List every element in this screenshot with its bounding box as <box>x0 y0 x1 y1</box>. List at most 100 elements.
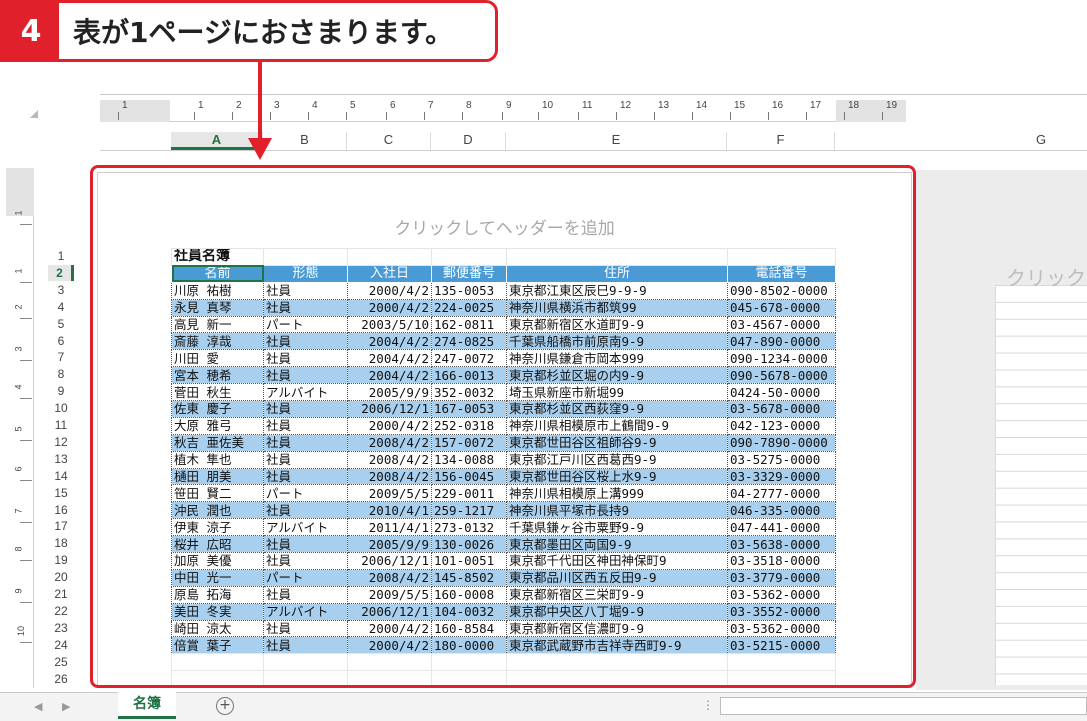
row-header[interactable]: 10 <box>48 400 74 416</box>
row-header[interactable]: 16 <box>48 502 74 518</box>
ruler-margin-left <box>100 100 170 122</box>
ruler-tick-mark <box>20 522 32 523</box>
ruler-tick-label: 16 <box>772 100 784 111</box>
ruler-tick-mark <box>502 112 503 120</box>
row-header[interactable]: 5 <box>48 316 74 332</box>
ruler-tick-mark <box>538 112 539 120</box>
column-header-f[interactable]: F <box>727 132 835 150</box>
ruler-tick-mark <box>768 112 769 120</box>
ruler-tick-mark <box>20 224 32 225</box>
ruler-tick-mark <box>882 112 883 120</box>
ruler-tick-mark <box>20 480 32 481</box>
prev-sheet-arrow-icon[interactable]: ◀ <box>34 700 42 713</box>
row-header[interactable]: 13 <box>48 451 74 467</box>
ruler-tick-label: 4 <box>13 384 24 390</box>
ruler-tick-mark <box>616 112 617 120</box>
ruler-tick-mark <box>20 398 32 399</box>
ruler-tick-label: 1 <box>13 210 24 216</box>
ruler-tick-label: 4 <box>312 100 318 111</box>
row-header[interactable]: 25 <box>48 654 74 670</box>
ruler-tick-mark <box>118 112 119 120</box>
column-header-g[interactable]: G <box>995 132 1087 150</box>
ruler-tick-label: 9 <box>13 588 24 594</box>
row-header[interactable]: 3 <box>48 282 74 298</box>
row-header[interactable]: 19 <box>48 552 74 568</box>
ruler-tick-label: 10 <box>542 100 554 111</box>
ruler-tick-label: 2 <box>13 304 24 310</box>
column-header-b[interactable]: B <box>263 132 347 150</box>
row-header[interactable]: 2 <box>48 264 74 281</box>
ruler-tick-label: 8 <box>466 100 472 111</box>
select-all-triangle-icon[interactable] <box>30 110 38 118</box>
ruler-tick-label: 19 <box>886 100 898 111</box>
row-header[interactable]: 9 <box>48 383 74 399</box>
row-header[interactable]: 20 <box>48 569 74 585</box>
ruler-tick-label: 14 <box>696 100 708 111</box>
row-header[interactable]: 14 <box>48 468 74 484</box>
ruler-tick-label: 17 <box>810 100 822 111</box>
ruler-tick-label: 1 <box>13 268 24 274</box>
ruler-tick-label: 3 <box>274 100 280 111</box>
ruler-tick-label: 13 <box>658 100 670 111</box>
row-header[interactable]: 4 <box>48 299 74 315</box>
column-header-d[interactable]: D <box>431 132 506 150</box>
callout-arrow-line <box>258 62 262 140</box>
ruler-tick-mark <box>578 112 579 120</box>
ruler-tick-label: 3 <box>13 346 24 352</box>
highlight-frame <box>90 165 916 688</box>
row-header[interactable]: 7 <box>48 349 74 365</box>
ruler-tick-mark <box>20 642 32 643</box>
next-sheet-arrow-icon[interactable]: ▶ <box>62 700 70 713</box>
ruler-tick-mark <box>20 560 32 561</box>
row-header[interactable]: 8 <box>48 366 74 382</box>
row-header[interactable]: 18 <box>48 535 74 551</box>
ruler-tick-label: 10 <box>16 625 27 637</box>
ruler-tick-mark <box>308 112 309 120</box>
select-all-corner[interactable] <box>0 94 100 154</box>
row-header[interactable]: 24 <box>48 637 74 653</box>
row-header[interactable]: 22 <box>48 603 74 619</box>
add-sheet-plus-icon[interactable]: + <box>216 697 234 715</box>
next-page-grid <box>995 285 1087 685</box>
column-header-e[interactable]: E <box>506 132 727 150</box>
splitter-dots-icon[interactable]: ⋮ <box>702 698 714 712</box>
column-header-c[interactable]: C <box>347 132 431 150</box>
ruler-tick-mark <box>462 112 463 120</box>
sheet-tab-meibo[interactable]: 名簿 <box>118 692 176 719</box>
ruler-tick-label: 12 <box>620 100 632 111</box>
vertical-ruler: 1 1 2 3 4 5 6 7 8 9 10 <box>6 168 34 688</box>
row-header[interactable]: 15 <box>48 485 74 501</box>
row-header[interactable]: 1 <box>48 248 74 264</box>
horizontal-scrollbar[interactable] <box>720 697 1087 715</box>
ruler-tick-label: 1 <box>122 100 128 111</box>
row-header[interactable]: 6 <box>48 333 74 349</box>
ruler-tick-label: 5 <box>13 426 24 432</box>
ruler-tick-mark <box>844 112 845 120</box>
row-header[interactable]: 21 <box>48 586 74 602</box>
row-header[interactable]: 26 <box>48 671 74 687</box>
ruler-tick-mark <box>386 112 387 120</box>
row-header[interactable]: 11 <box>48 417 74 433</box>
row-header[interactable]: 23 <box>48 620 74 636</box>
step-text: 表が1ページにおさまります。 <box>73 16 454 49</box>
ruler-tick-mark <box>20 318 32 319</box>
ruler-tick-label: 9 <box>506 100 512 111</box>
ruler-tick-mark <box>730 112 731 120</box>
ruler-tick-label: 8 <box>13 546 24 552</box>
ruler-tick-label: 11 <box>582 100 593 111</box>
next-page-header-hint[interactable]: クリックし <box>1006 262 1087 291</box>
ruler-tick-mark <box>692 112 693 120</box>
ruler-tick-label: 2 <box>236 100 242 111</box>
ruler-tick-label: 6 <box>390 100 396 111</box>
ruler-tick-mark <box>232 112 233 120</box>
row-header[interactable]: 17 <box>48 518 74 534</box>
ruler-tick-label: 18 <box>848 100 860 111</box>
ruler-margin-top <box>6 168 34 216</box>
callout-arrow-head-icon <box>248 138 272 160</box>
step-callout: 4 表が1ページにおさまります。 <box>0 0 498 62</box>
ruler-tick-label: 5 <box>350 100 356 111</box>
screenshot-root: 1 1 2 3 4 5 6 7 8 9 10 11 12 13 14 15 16 17 18 19 A B C D E… <box>0 0 1087 721</box>
ruler-tick-mark <box>806 112 807 120</box>
ruler-tick-label: 1 <box>198 100 204 111</box>
row-header[interactable]: 12 <box>48 434 74 450</box>
